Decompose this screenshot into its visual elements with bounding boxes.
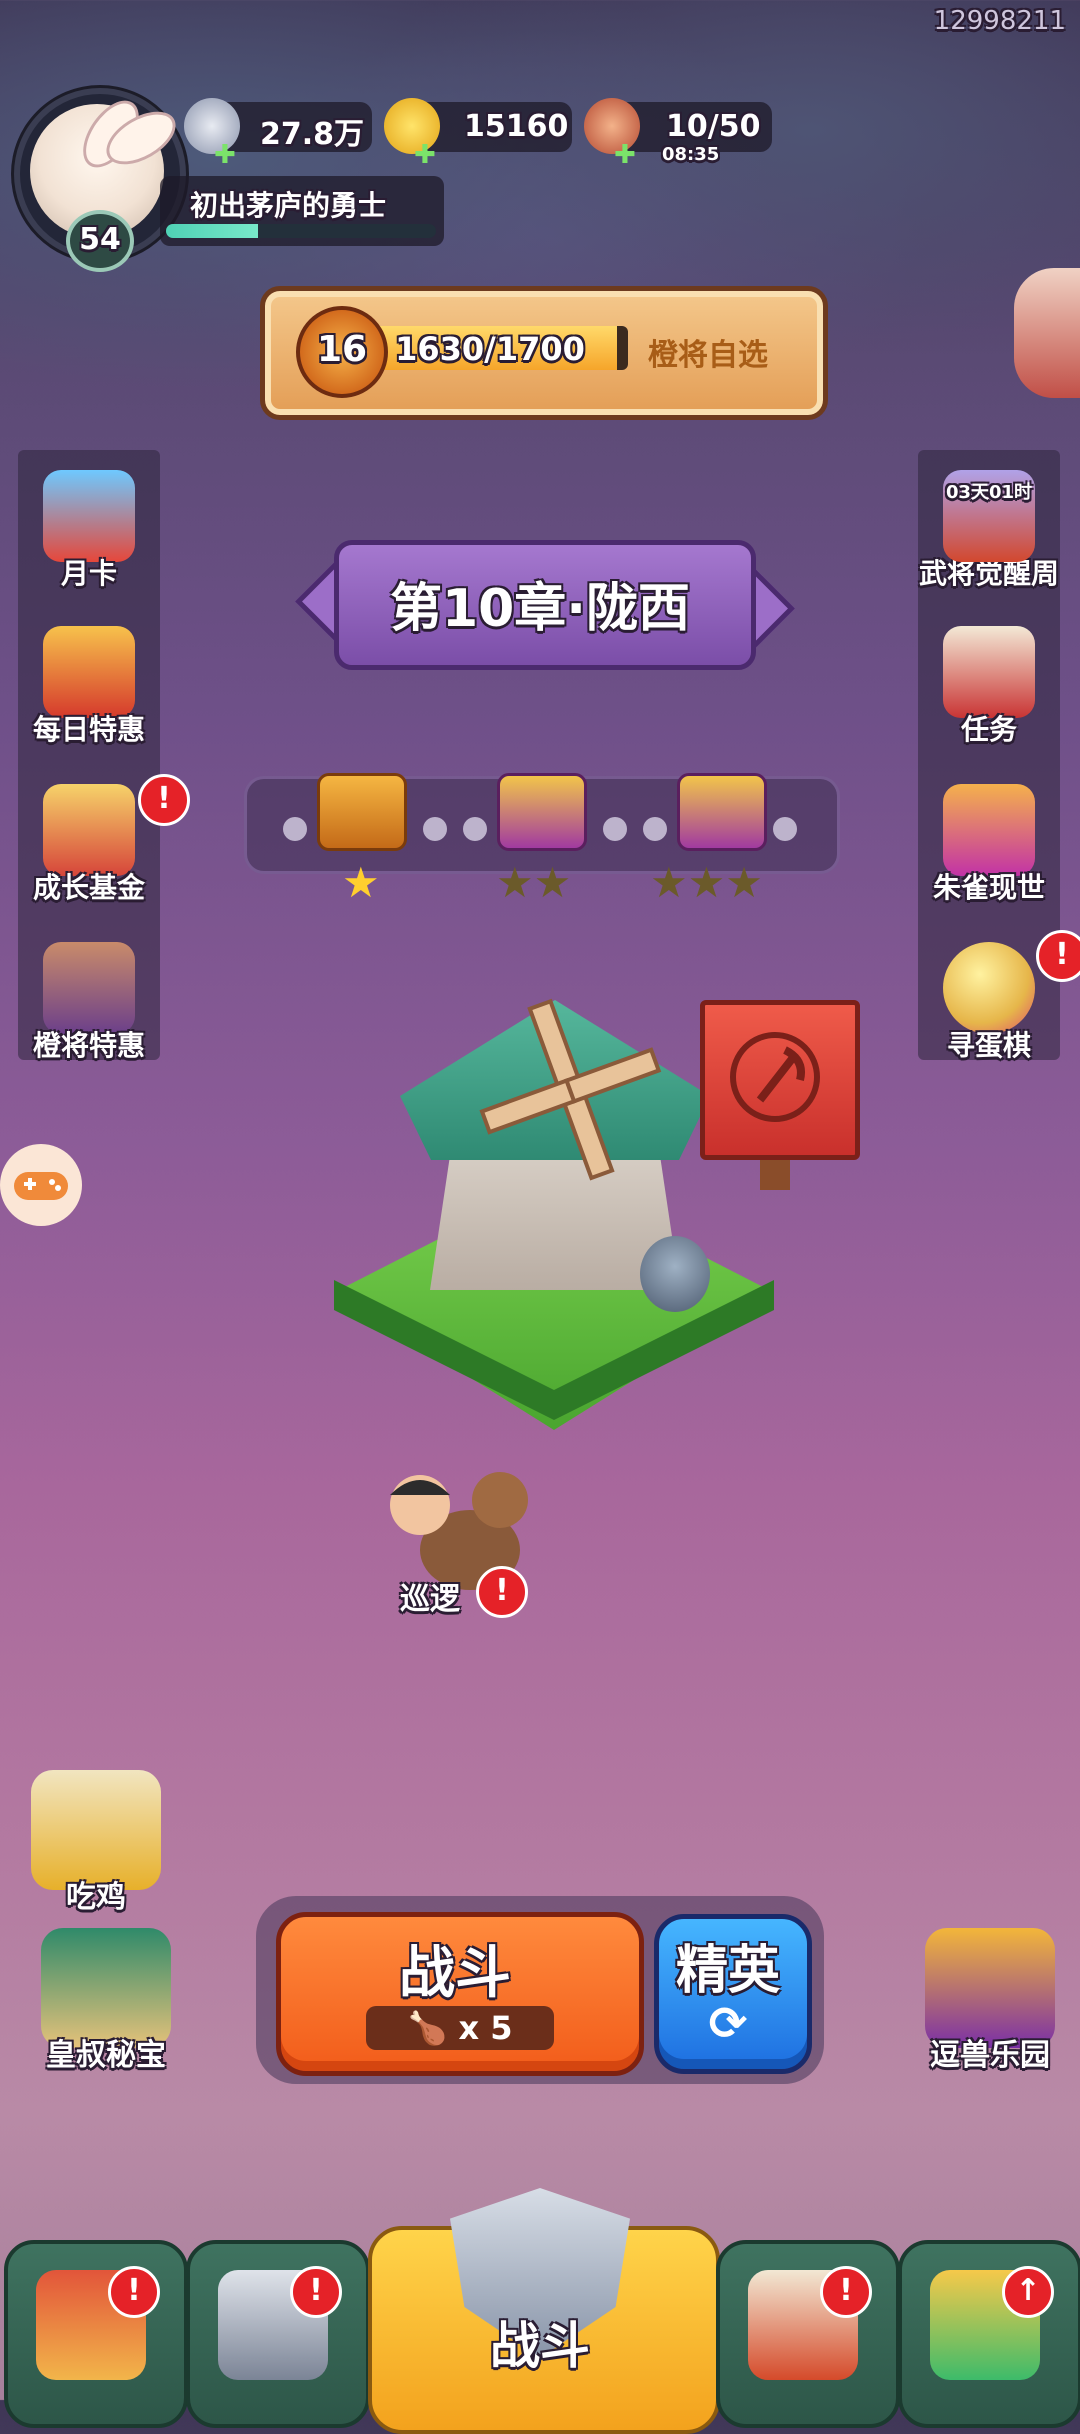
growth-fund-badge: !	[138, 774, 190, 826]
track-dot	[463, 817, 487, 841]
plus-icon[interactable]: ✚	[614, 140, 636, 170]
egg-chess-badge: !	[1036, 930, 1080, 982]
meat-drumstick-icon: 🍗	[407, 2009, 448, 2047]
right-menu-item-2[interactable]: 朱雀现世	[914, 784, 1064, 906]
axe-icon	[730, 1032, 820, 1122]
windmill-icon	[479, 998, 662, 1181]
left-menu-label: 橙将特惠	[32, 1029, 145, 1062]
gold-value: 15160	[464, 109, 569, 144]
nav-battle-label: 战斗	[490, 2317, 590, 2375]
stamina-value: 10/50	[666, 109, 761, 144]
plus-icon[interactable]: ✚	[214, 140, 236, 170]
left-menu-label: 月卡	[60, 557, 117, 590]
right-menu-label: 任务	[960, 713, 1017, 746]
vermilion-bird-icon	[943, 784, 1035, 876]
axe-flag-icon[interactable]	[700, 1000, 860, 1160]
left-menu-item-3[interactable]: 橙将特惠	[14, 942, 164, 1064]
chapter-title: 第10章·陇西	[389, 579, 691, 639]
right-menu-item-0[interactable]: 03天01时 武将觉醒周	[914, 470, 1064, 592]
patrol-badge: !	[476, 1566, 528, 1618]
nav-upgrade-badge: ↑	[1002, 2266, 1054, 2318]
right-menu-label: 朱雀现世	[932, 871, 1045, 904]
egg-chess-icon	[943, 942, 1035, 1034]
nav-equipment-badge: !	[290, 2266, 342, 2318]
right-menu-label: 寻蛋棋	[946, 1029, 1031, 1062]
fight-cost: 🍗 x 5	[366, 2006, 554, 2050]
user-id: 12998211	[933, 6, 1066, 36]
reward-stars-2: ★★	[496, 858, 572, 907]
track-dot	[423, 817, 447, 841]
quest-scroll-icon	[943, 626, 1035, 718]
soldier-icon[interactable]	[640, 1236, 710, 1312]
orange-general-deal-icon	[43, 942, 135, 1034]
month-card-icon	[43, 470, 135, 562]
fight-button-label: 战斗	[399, 1941, 511, 2006]
gamepad-glyph	[14, 1172, 68, 1200]
track-dot	[643, 817, 667, 841]
stamina-timer: 08:35	[662, 144, 720, 165]
beast-park-entry[interactable]: 逗兽乐园	[910, 1928, 1070, 2074]
chicken-game-label: 吃鸡	[66, 1880, 126, 1915]
track-dot	[773, 817, 797, 841]
gamepad-icon[interactable]	[0, 1144, 82, 1226]
track-dot	[283, 817, 307, 841]
left-menu-item-0[interactable]: 月卡	[14, 470, 164, 592]
patrol-label[interactable]: 巡逻	[400, 1574, 460, 1618]
treasure-chest-icon[interactable]	[677, 773, 767, 851]
general-awakening-icon: 03天01时	[943, 470, 1035, 562]
growth-fund-icon	[43, 784, 135, 876]
elite-button-label: 精英	[675, 1941, 780, 2001]
refresh-icon: ⟳	[708, 1996, 748, 2050]
progress-value: 1630/1700	[395, 330, 585, 368]
forest-background	[0, 0, 1080, 520]
right-menu-item-1[interactable]: 任务	[914, 626, 1064, 748]
silver-value: 27.8万	[260, 117, 365, 152]
fight-cost-value: x 5	[458, 2009, 513, 2047]
plus-icon[interactable]: ✚	[414, 140, 436, 170]
daily-deal-icon	[43, 626, 135, 718]
left-menu-label: 每日特惠	[32, 713, 145, 746]
gold-resource[interactable]: ✚ 15160	[384, 98, 572, 170]
uncle-treasure-label: 皇叔秘宝	[46, 2038, 166, 2073]
nav-shop-badge: !	[108, 2266, 160, 2318]
treasure-chest-icon[interactable]	[497, 773, 587, 851]
track-dot	[603, 817, 627, 841]
nav-heroes-badge: !	[820, 2266, 872, 2318]
silver-resource[interactable]: ✚ 27.8万	[184, 98, 372, 170]
girl-character-icon[interactable]	[1014, 268, 1080, 398]
left-menu-item-1[interactable]: 每日特惠	[14, 626, 164, 748]
xp-bar	[166, 224, 436, 238]
uncle-treasure-entry[interactable]: 皇叔秘宝	[26, 1928, 186, 2074]
player-level: 54	[66, 210, 134, 272]
reward-stars-3: ★★★	[650, 858, 763, 907]
medal-level-icon: 16	[296, 306, 388, 398]
chicken-game-entry[interactable]: 吃鸡	[16, 1770, 176, 1916]
awakening-timer: 03天01时	[945, 482, 1033, 503]
progress-label: 橙将自选	[648, 338, 768, 373]
chapter-banner[interactable]: 第10章·陇西	[294, 540, 796, 670]
left-menu-label: 成长基金	[32, 871, 145, 904]
beast-park-label: 逗兽乐园	[930, 2038, 1050, 2073]
player-title: 初出茅庐的勇士	[190, 189, 387, 222]
treasure-chest-icon[interactable]	[317, 773, 407, 851]
xp-bar-fill	[166, 224, 258, 238]
reward-stars-1: ★	[342, 858, 380, 907]
